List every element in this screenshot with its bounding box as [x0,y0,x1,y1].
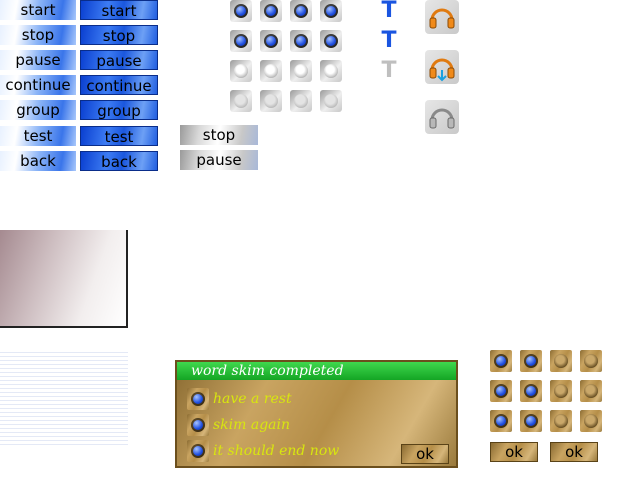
radio-selected[interactable] [320,0,342,22]
radio-empty[interactable] [550,350,572,372]
dialog-title: word skim completed [177,362,456,380]
radio-selected[interactable] [290,0,312,22]
radio-disabled [230,90,252,112]
radio-selected[interactable] [320,30,342,52]
option-label: have a rest [213,391,292,407]
start-button[interactable]: start [0,0,76,20]
back-button[interactable]: back [0,151,76,171]
radio-empty[interactable] [230,60,252,82]
pause-button-pressed[interactable]: pause [80,50,158,70]
radio-selected[interactable] [230,30,252,52]
option-label: it should end now [213,443,340,459]
headphones-icon[interactable] [425,0,459,34]
pause-button[interactable]: pause [0,50,76,70]
radio-empty[interactable] [580,410,602,432]
start-button-pressed[interactable]: start [80,0,158,20]
text-tool-hover-icon[interactable]: T [380,30,398,52]
option-label: skim again [213,417,291,433]
radio-selected[interactable] [187,388,209,410]
ok-button-pressed[interactable]: ok [550,442,598,462]
text-tool-disabled-icon: T [381,58,397,83]
radio-selected[interactable] [290,30,312,52]
test-button[interactable]: test [0,126,76,146]
headphones-disabled-icon [425,100,459,134]
text-tool-icon[interactable]: T [380,0,398,22]
radio-selected[interactable] [490,380,512,402]
radio-disabled [290,90,312,112]
radio-empty[interactable] [260,60,282,82]
radio-empty[interactable] [580,380,602,402]
back-button-pressed[interactable]: back [80,151,158,171]
stop-button[interactable]: stop [0,25,76,45]
radio-empty[interactable] [580,350,602,372]
radio-empty[interactable] [320,60,342,82]
pause-button-silver[interactable]: pause [180,150,258,170]
stop-button-silver[interactable]: stop [180,125,258,145]
group-button-pressed[interactable]: group [80,100,158,120]
radio-selected[interactable] [490,410,512,432]
radio-selected[interactable] [490,350,512,372]
radio-empty[interactable] [550,380,572,402]
radio-selected[interactable] [520,380,542,402]
radio-selected[interactable] [187,440,209,462]
headphones-hover-icon[interactable] [425,50,459,84]
radio-empty[interactable] [550,410,572,432]
radio-disabled [260,90,282,112]
continue-button[interactable]: continue [0,75,76,95]
radio-selected[interactable] [230,0,252,22]
radio-selected[interactable] [187,414,209,436]
radio-disabled [320,90,342,112]
texture-swatch-blue [0,350,128,448]
group-button[interactable]: group [0,100,76,120]
stop-button-pressed[interactable]: stop [80,25,158,45]
radio-selected[interactable] [260,30,282,52]
ok-button[interactable]: ok [490,442,538,462]
radio-selected[interactable] [260,0,282,22]
radio-selected[interactable] [520,350,542,372]
ok-button[interactable]: ok [401,444,449,464]
test-button-pressed[interactable]: test [80,126,158,146]
radio-empty[interactable] [290,60,312,82]
texture-swatch-pink [0,230,128,328]
continue-button-pressed[interactable]: continue [80,75,158,95]
radio-selected[interactable] [520,410,542,432]
word-skim-dialog: word skim completed have a rest skim aga… [175,360,458,468]
